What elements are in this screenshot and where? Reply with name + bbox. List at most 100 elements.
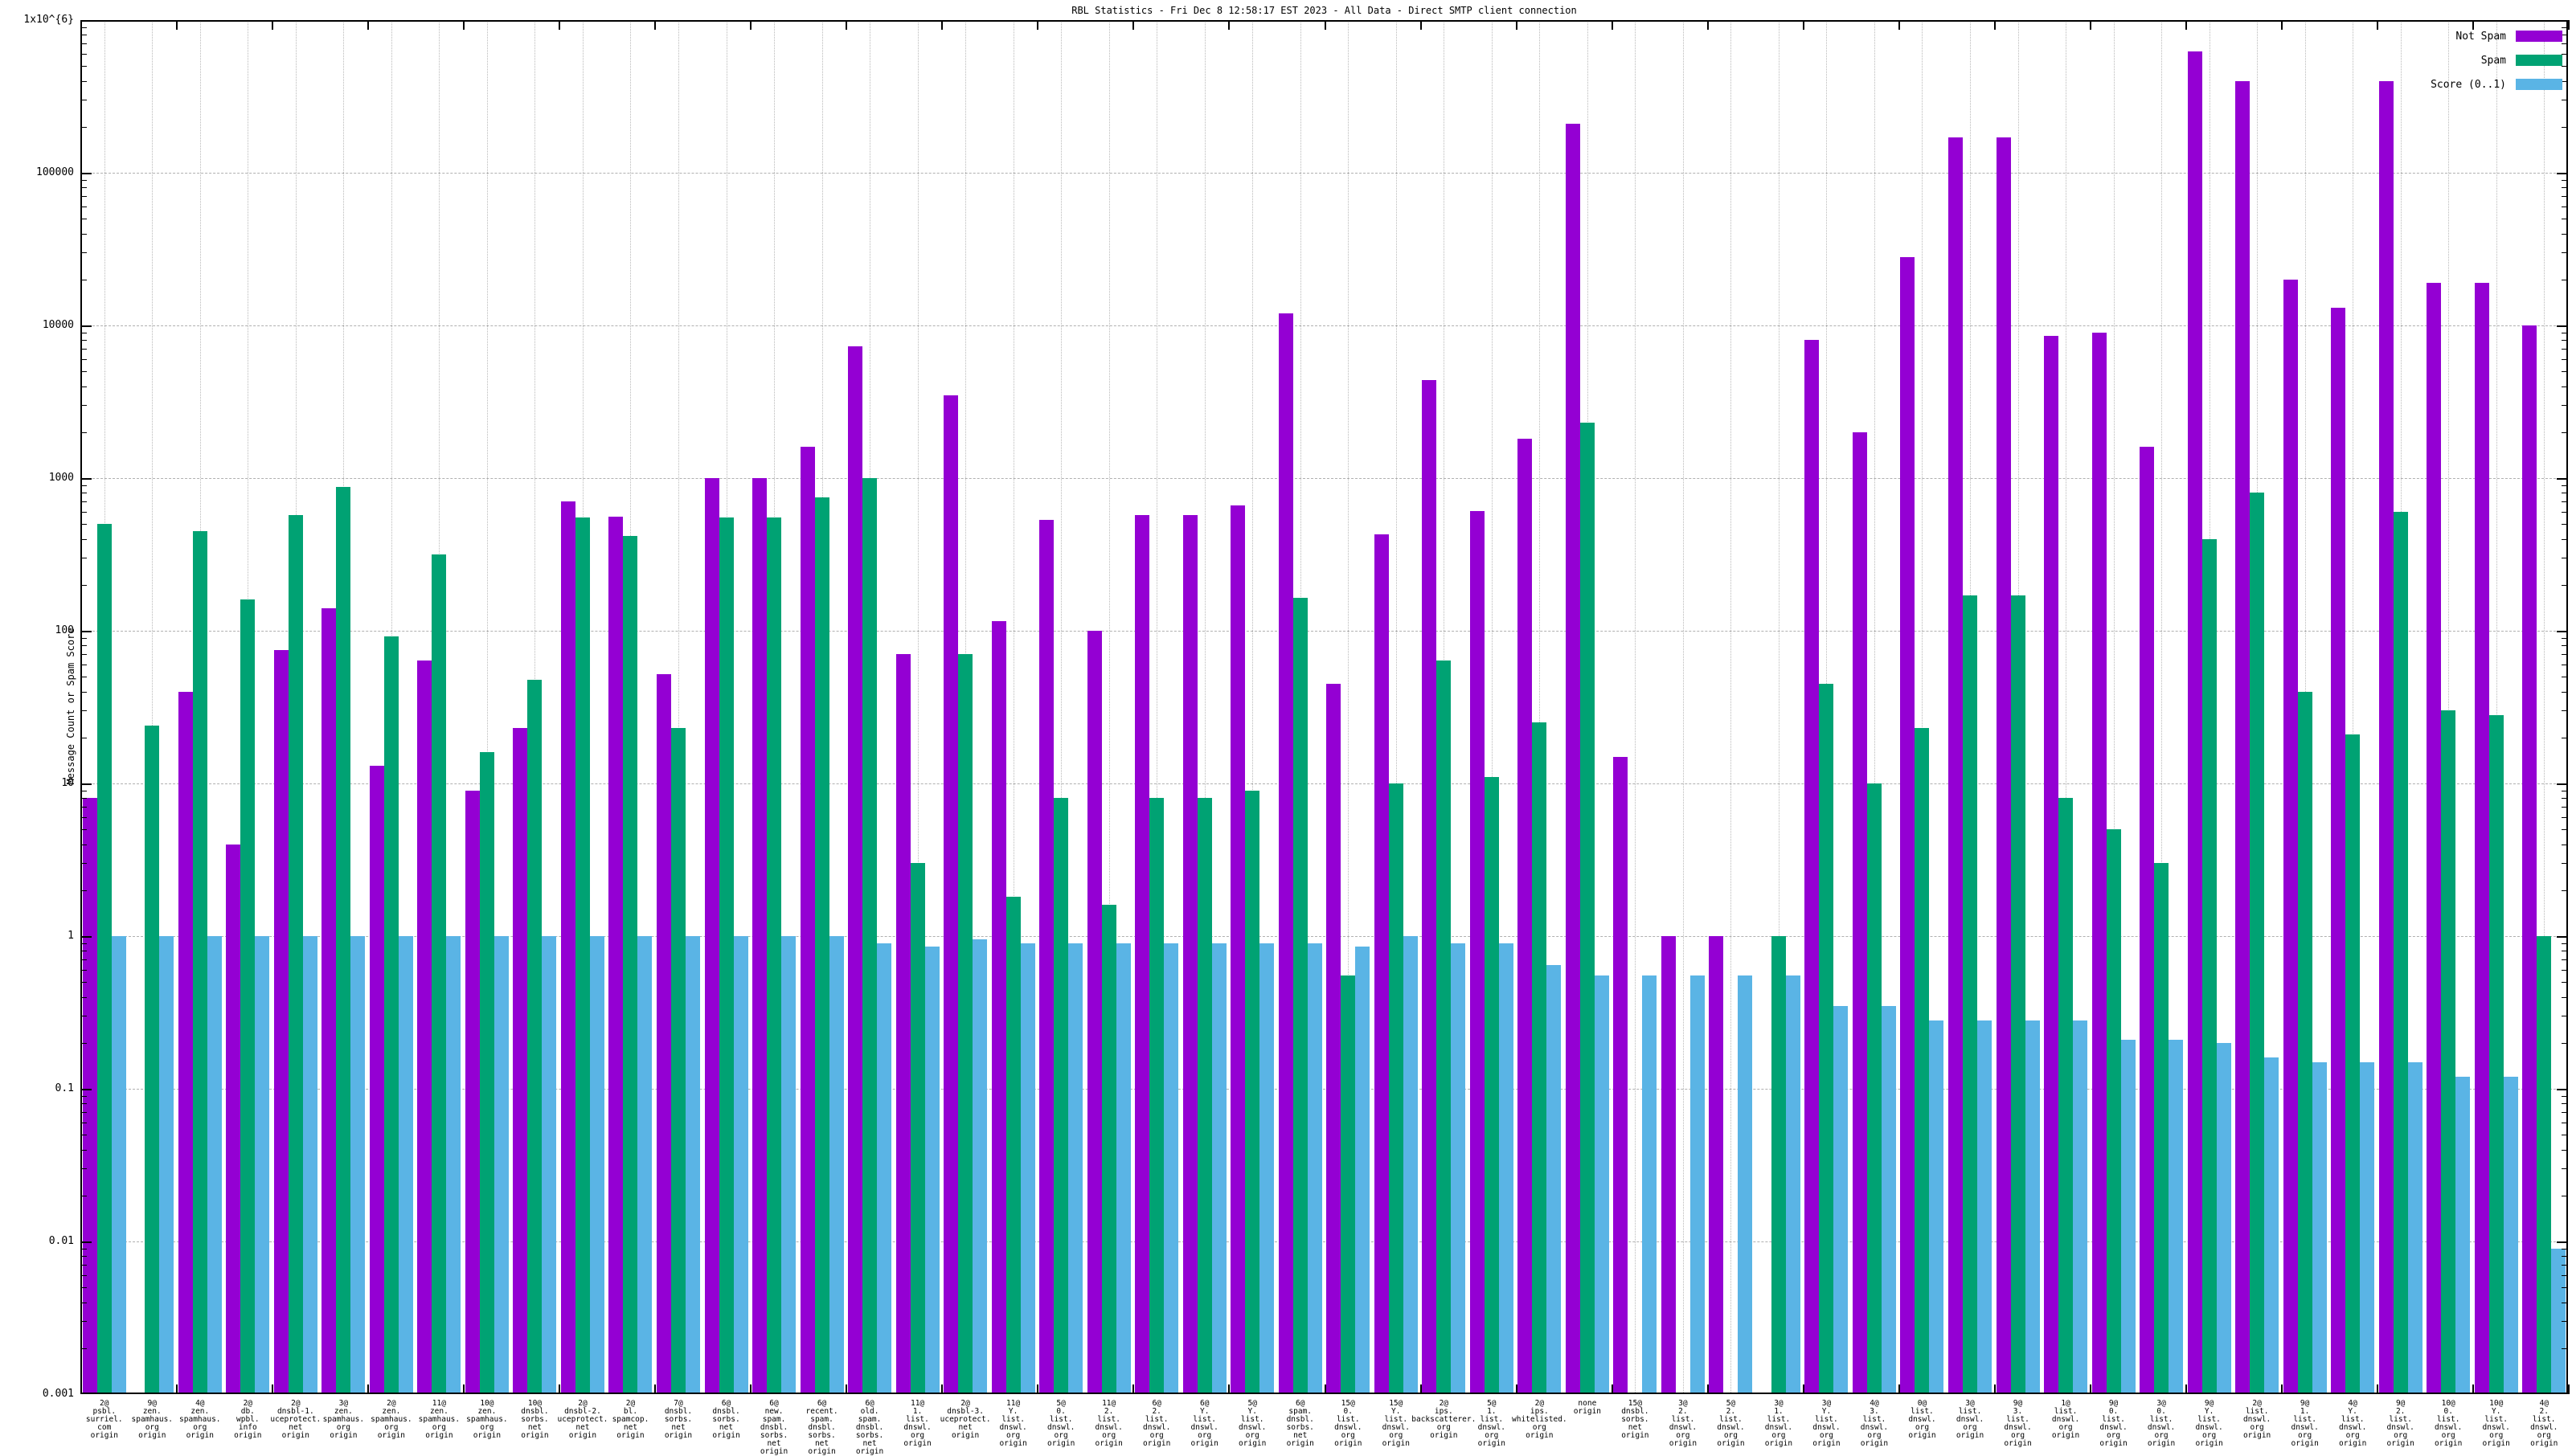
y-minor-tick [80, 405, 87, 406]
x-tick-top [1898, 20, 1900, 30]
y-minor-tick [2562, 959, 2568, 960]
y-minor-tick [80, 349, 87, 350]
y-minor-tick [80, 127, 87, 128]
y-minor-tick [80, 645, 87, 646]
y-minor-tick [2562, 180, 2568, 181]
y-minor-tick [80, 485, 87, 486]
x-tick-top [559, 20, 560, 30]
y-minor-tick [80, 798, 87, 799]
y-major-tick [80, 936, 92, 938]
x-tick-top [941, 20, 943, 30]
y-major-tick [2557, 1089, 2568, 1090]
y-minor-tick [80, 1287, 87, 1288]
legend-label: Spam [2481, 55, 2506, 67]
x-tick-bottom [1037, 1384, 1038, 1394]
y-minor-tick [2562, 1168, 2568, 1169]
y-minor-tick [80, 1103, 87, 1104]
y-major-tick [2557, 1241, 2568, 1243]
y-minor-tick [2562, 943, 2568, 944]
y-tick-label: 10 [10, 777, 74, 789]
y-minor-tick [80, 340, 87, 341]
x-tick-bottom [1325, 1384, 1326, 1394]
y-minor-tick [2562, 982, 2568, 983]
y-minor-tick [2562, 1348, 2568, 1349]
x-tick-top [846, 20, 847, 30]
y-minor-tick [80, 1275, 87, 1276]
legend-item-score: Score (0..1) [2431, 72, 2562, 96]
y-major-tick [80, 173, 92, 174]
chart-title: RBL Statistics - Fri Dec 8 12:58:17 EST … [80, 5, 2568, 16]
y-minor-tick [2562, 81, 2568, 82]
y-minor-tick [80, 180, 87, 181]
y-tick-label: 0.01 [10, 1235, 74, 1247]
x-tick-bottom [367, 1384, 369, 1394]
y-minor-tick [80, 890, 87, 891]
y-major-tick [80, 631, 92, 632]
y-minor-tick [2562, 349, 2568, 350]
x-tick-top [2377, 20, 2378, 30]
y-minor-tick [80, 501, 87, 502]
legend-item-not-spam: Not Spam [2431, 24, 2562, 48]
y-major-tick [2557, 173, 2568, 174]
y-minor-tick [80, 1265, 87, 1266]
x-tick-top [1803, 20, 1804, 30]
y-minor-tick [2562, 638, 2568, 639]
y-tick-label: 100 [10, 624, 74, 636]
x-tick-bottom [2281, 1384, 2283, 1394]
y-minor-tick [2562, 645, 2568, 646]
x-tick-bottom [1228, 1384, 1230, 1394]
y-minor-tick [2562, 692, 2568, 693]
x-tick-bottom [1516, 1384, 1517, 1394]
y-minor-tick [2562, 127, 2568, 128]
y-minor-tick [80, 386, 87, 387]
y-minor-tick [2562, 539, 2568, 540]
x-tick-top [1994, 20, 1996, 30]
y-minor-tick [2562, 359, 2568, 360]
y-minor-tick [2562, 863, 2568, 864]
y-minor-tick [2562, 1321, 2568, 1322]
y-minor-tick [2562, 817, 2568, 818]
not-spam-swatch [2516, 31, 2562, 42]
x-tick-bottom [846, 1384, 847, 1394]
y-minor-tick [80, 196, 87, 197]
x-tick-bottom [1612, 1384, 1613, 1394]
y-minor-tick [80, 638, 87, 639]
y-minor-tick [2562, 234, 2568, 235]
y-minor-tick [2562, 1256, 2568, 1257]
y-minor-tick [2562, 66, 2568, 67]
y-minor-tick [80, 43, 87, 44]
y-minor-tick [80, 432, 87, 433]
y-minor-tick [80, 1150, 87, 1151]
y-minor-tick [2562, 340, 2568, 341]
y-minor-tick [80, 654, 87, 655]
x-tick-bottom [1803, 1384, 1804, 1394]
y-minor-tick [80, 371, 87, 372]
y-minor-tick [80, 807, 87, 808]
x-tick-top [1325, 20, 1326, 30]
y-major-tick [2557, 478, 2568, 480]
y-minor-tick [2562, 524, 2568, 525]
y-minor-tick [80, 54, 87, 55]
x-tick-top [272, 20, 273, 30]
y-minor-tick [2562, 43, 2568, 44]
x-tick-bottom [2568, 1384, 2570, 1394]
y-minor-tick [80, 817, 87, 818]
y-axis-label: Message Count or Spam Score [65, 586, 76, 827]
x-tick-top [2281, 20, 2283, 30]
x-tick-top [367, 20, 369, 30]
x-tick-bottom [80, 1384, 82, 1394]
y-minor-tick [80, 982, 87, 983]
y-minor-tick [80, 66, 87, 67]
x-tick-top [750, 20, 752, 30]
x-tick-bottom [176, 1384, 178, 1394]
rbl-statistics-chart: RBL Statistics - Fri Dec 8 12:58:17 EST … [0, 0, 2572, 1446]
x-tick-bottom [272, 1384, 273, 1394]
y-minor-tick [80, 252, 87, 253]
y-major-tick [80, 1089, 92, 1090]
x-tick-top [2568, 20, 2570, 30]
y-minor-tick [2562, 371, 2568, 372]
y-minor-tick [2562, 1096, 2568, 1097]
y-minor-tick [80, 710, 87, 711]
x-category-label: 4@ 2. list. dnswl. org origin [2510, 1400, 2572, 1448]
y-minor-tick [2562, 997, 2568, 998]
